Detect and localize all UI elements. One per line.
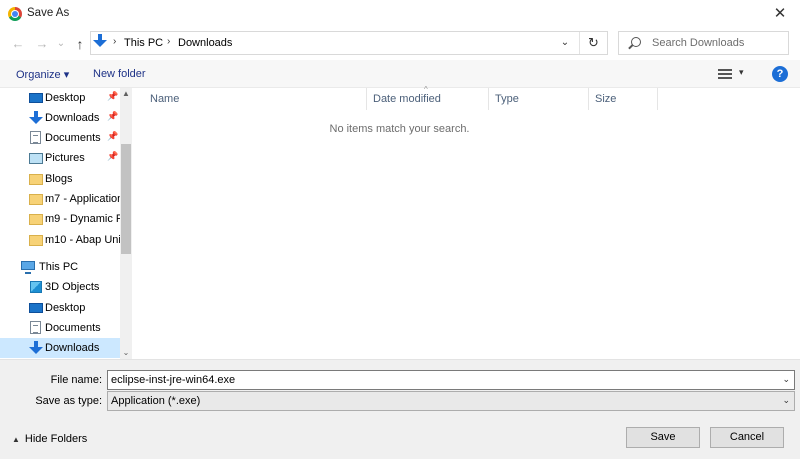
save-as-type-label: Save as type: [35, 395, 102, 407]
computer-icon [21, 261, 35, 274]
navigation-pane: Desktop 📌 Downloads 📌 Documents 📌 Pictur… [0, 88, 120, 359]
empty-message: No items match your search. [329, 123, 470, 135]
chrome-icon [8, 7, 22, 21]
search-input[interactable]: Search Downloads [618, 31, 789, 55]
column-header-size[interactable]: Size [589, 88, 658, 110]
document-icon [30, 131, 41, 144]
download-arrow-icon [29, 341, 43, 355]
navigation-bar: ← → ⌄ ↑ › This PC › Downloads ⌄ ↻ Search… [0, 28, 800, 60]
column-header-label: Name [150, 93, 180, 105]
sidebar-item-label: m7 - Application [45, 193, 120, 205]
sidebar-item-label: Blogs [45, 173, 73, 185]
breadcrumb-downloads[interactable]: Downloads [178, 37, 232, 49]
navigation-scrollbar[interactable]: ▲ ⌄ [120, 88, 132, 359]
scroll-down-icon[interactable]: ⌄ [120, 347, 132, 359]
command-toolbar: Organize ▾ New folder ▾ ? [0, 60, 800, 88]
pin-icon[interactable]: 📌 [107, 131, 118, 142]
sidebar-item-desktop-pc[interactable]: Desktop [0, 298, 120, 318]
file-list: Name ^ Date modified Type Size No items … [132, 85, 800, 359]
file-name-field[interactable]: eclipse-inst-jre-win64.exe ⌄ [107, 370, 795, 390]
cancel-button[interactable]: Cancel [710, 427, 784, 448]
address-dropdown-icon[interactable]: ⌄ [557, 35, 573, 51]
scrollbar-thumb[interactable] [121, 144, 131, 254]
sidebar-item-label: 3D Objects [45, 281, 100, 293]
hide-folders-label: Hide Folders [24, 433, 88, 445]
new-folder-button[interactable]: New folder [93, 68, 146, 80]
hide-folders-button[interactable]: ▲ Hide Folders [12, 433, 87, 445]
breadcrumb-separator[interactable]: › [113, 36, 116, 47]
column-header-label: Size [595, 93, 617, 105]
file-name-label: File name: [50, 374, 102, 386]
back-button[interactable]: ← [8, 34, 28, 54]
document-icon [30, 321, 41, 334]
recent-locations-button[interactable]: ⌄ [54, 34, 68, 54]
close-button[interactable]: ✕ [760, 0, 800, 28]
forward-button[interactable]: → [32, 34, 52, 54]
refresh-button[interactable]: ↻ [579, 32, 607, 54]
address-bar[interactable]: › This PC › Downloads ⌄ ↻ [90, 31, 608, 55]
view-dropdown-icon[interactable]: ▾ [739, 67, 744, 78]
sidebar-item-downloads[interactable]: Downloads 📌 [0, 108, 120, 128]
save-button[interactable]: Save [626, 427, 700, 448]
sidebar-item-documents-pc[interactable]: Documents [0, 318, 120, 338]
help-button[interactable]: ? [772, 66, 788, 82]
sidebar-item-label: Desktop [45, 92, 86, 104]
sidebar-item-m9[interactable]: m9 - Dynamic P [0, 209, 120, 229]
file-name-value: eclipse-inst-jre-win64.exe [111, 374, 236, 386]
download-arrow-icon [29, 111, 43, 125]
sidebar-item-downloads-pc[interactable]: Downloads [0, 338, 120, 358]
sidebar-item-label: Desktop [45, 302, 86, 314]
sidebar-item-label: Documents [45, 132, 101, 144]
file-name-dropdown-icon[interactable]: ⌄ [782, 374, 790, 385]
folder-icon [29, 174, 43, 185]
save-as-type-dropdown-icon: ⌄ [782, 395, 790, 405]
save-as-type-value: Application (*.exe) [111, 395, 201, 407]
column-header-name[interactable]: Name [144, 88, 367, 110]
sidebar-item-desktop[interactable]: Desktop 📌 [0, 88, 120, 108]
breadcrumb-this-pc[interactable]: This PC [124, 37, 163, 49]
search-icon [631, 37, 641, 47]
desktop-icon [29, 303, 43, 313]
sidebar-item-documents[interactable]: Documents 📌 [0, 128, 120, 148]
sidebar-item-label: Documents [45, 322, 101, 334]
pictures-icon [29, 153, 43, 164]
sidebar-item-label: Downloads [45, 342, 100, 354]
sidebar-item-3d-objects[interactable]: 3D Objects [0, 277, 120, 297]
pin-icon[interactable]: 📌 [107, 111, 118, 122]
title-bar: Save As ✕ [0, 0, 800, 28]
chevron-up-icon: ▲ [12, 435, 20, 444]
column-header-label: Date modified [373, 93, 441, 105]
organize-button[interactable]: Organize ▾ [16, 68, 69, 81]
search-placeholder: Search Downloads [652, 37, 745, 49]
sidebar-item-label: Pictures [45, 152, 85, 164]
breadcrumb-separator[interactable]: › [167, 36, 170, 47]
sidebar-item-m7[interactable]: m7 - Application [0, 189, 120, 209]
pin-icon[interactable]: 📌 [107, 91, 118, 102]
sidebar-item-label: Downloads [45, 112, 100, 124]
column-header-type[interactable]: Type [489, 88, 589, 110]
save-form: File name: eclipse-inst-jre-win64.exe ⌄ … [0, 359, 800, 459]
sidebar-item-label: m9 - Dynamic P [45, 213, 120, 225]
sidebar-item-m10[interactable]: m10 - Abap Unit [0, 230, 120, 250]
save-as-type-select[interactable]: Application (*.exe) ⌄ [107, 391, 795, 411]
3d-objects-icon [30, 281, 42, 293]
sidebar-item-blogs[interactable]: Blogs [0, 169, 120, 189]
up-button[interactable]: ↑ [70, 34, 90, 54]
window-title: Save As [27, 7, 70, 19]
folder-icon [29, 214, 43, 225]
desktop-icon [29, 93, 43, 103]
column-header-label: Type [495, 93, 519, 105]
sidebar-item-pictures[interactable]: Pictures 📌 [0, 148, 120, 168]
download-arrow-icon [93, 34, 107, 48]
sidebar-item-label: This PC [39, 261, 79, 273]
pin-icon[interactable]: 📌 [107, 151, 118, 162]
folder-icon [29, 194, 43, 205]
scroll-up-icon[interactable]: ▲ [120, 88, 132, 100]
view-options-icon[interactable] [718, 69, 732, 79]
sidebar-item-label: m10 - Abap Unit [45, 234, 120, 246]
sidebar-item-this-pc[interactable]: This PC [0, 257, 120, 277]
folder-icon [29, 235, 43, 246]
column-header-date-modified[interactable]: ^ Date modified [367, 85, 489, 110]
